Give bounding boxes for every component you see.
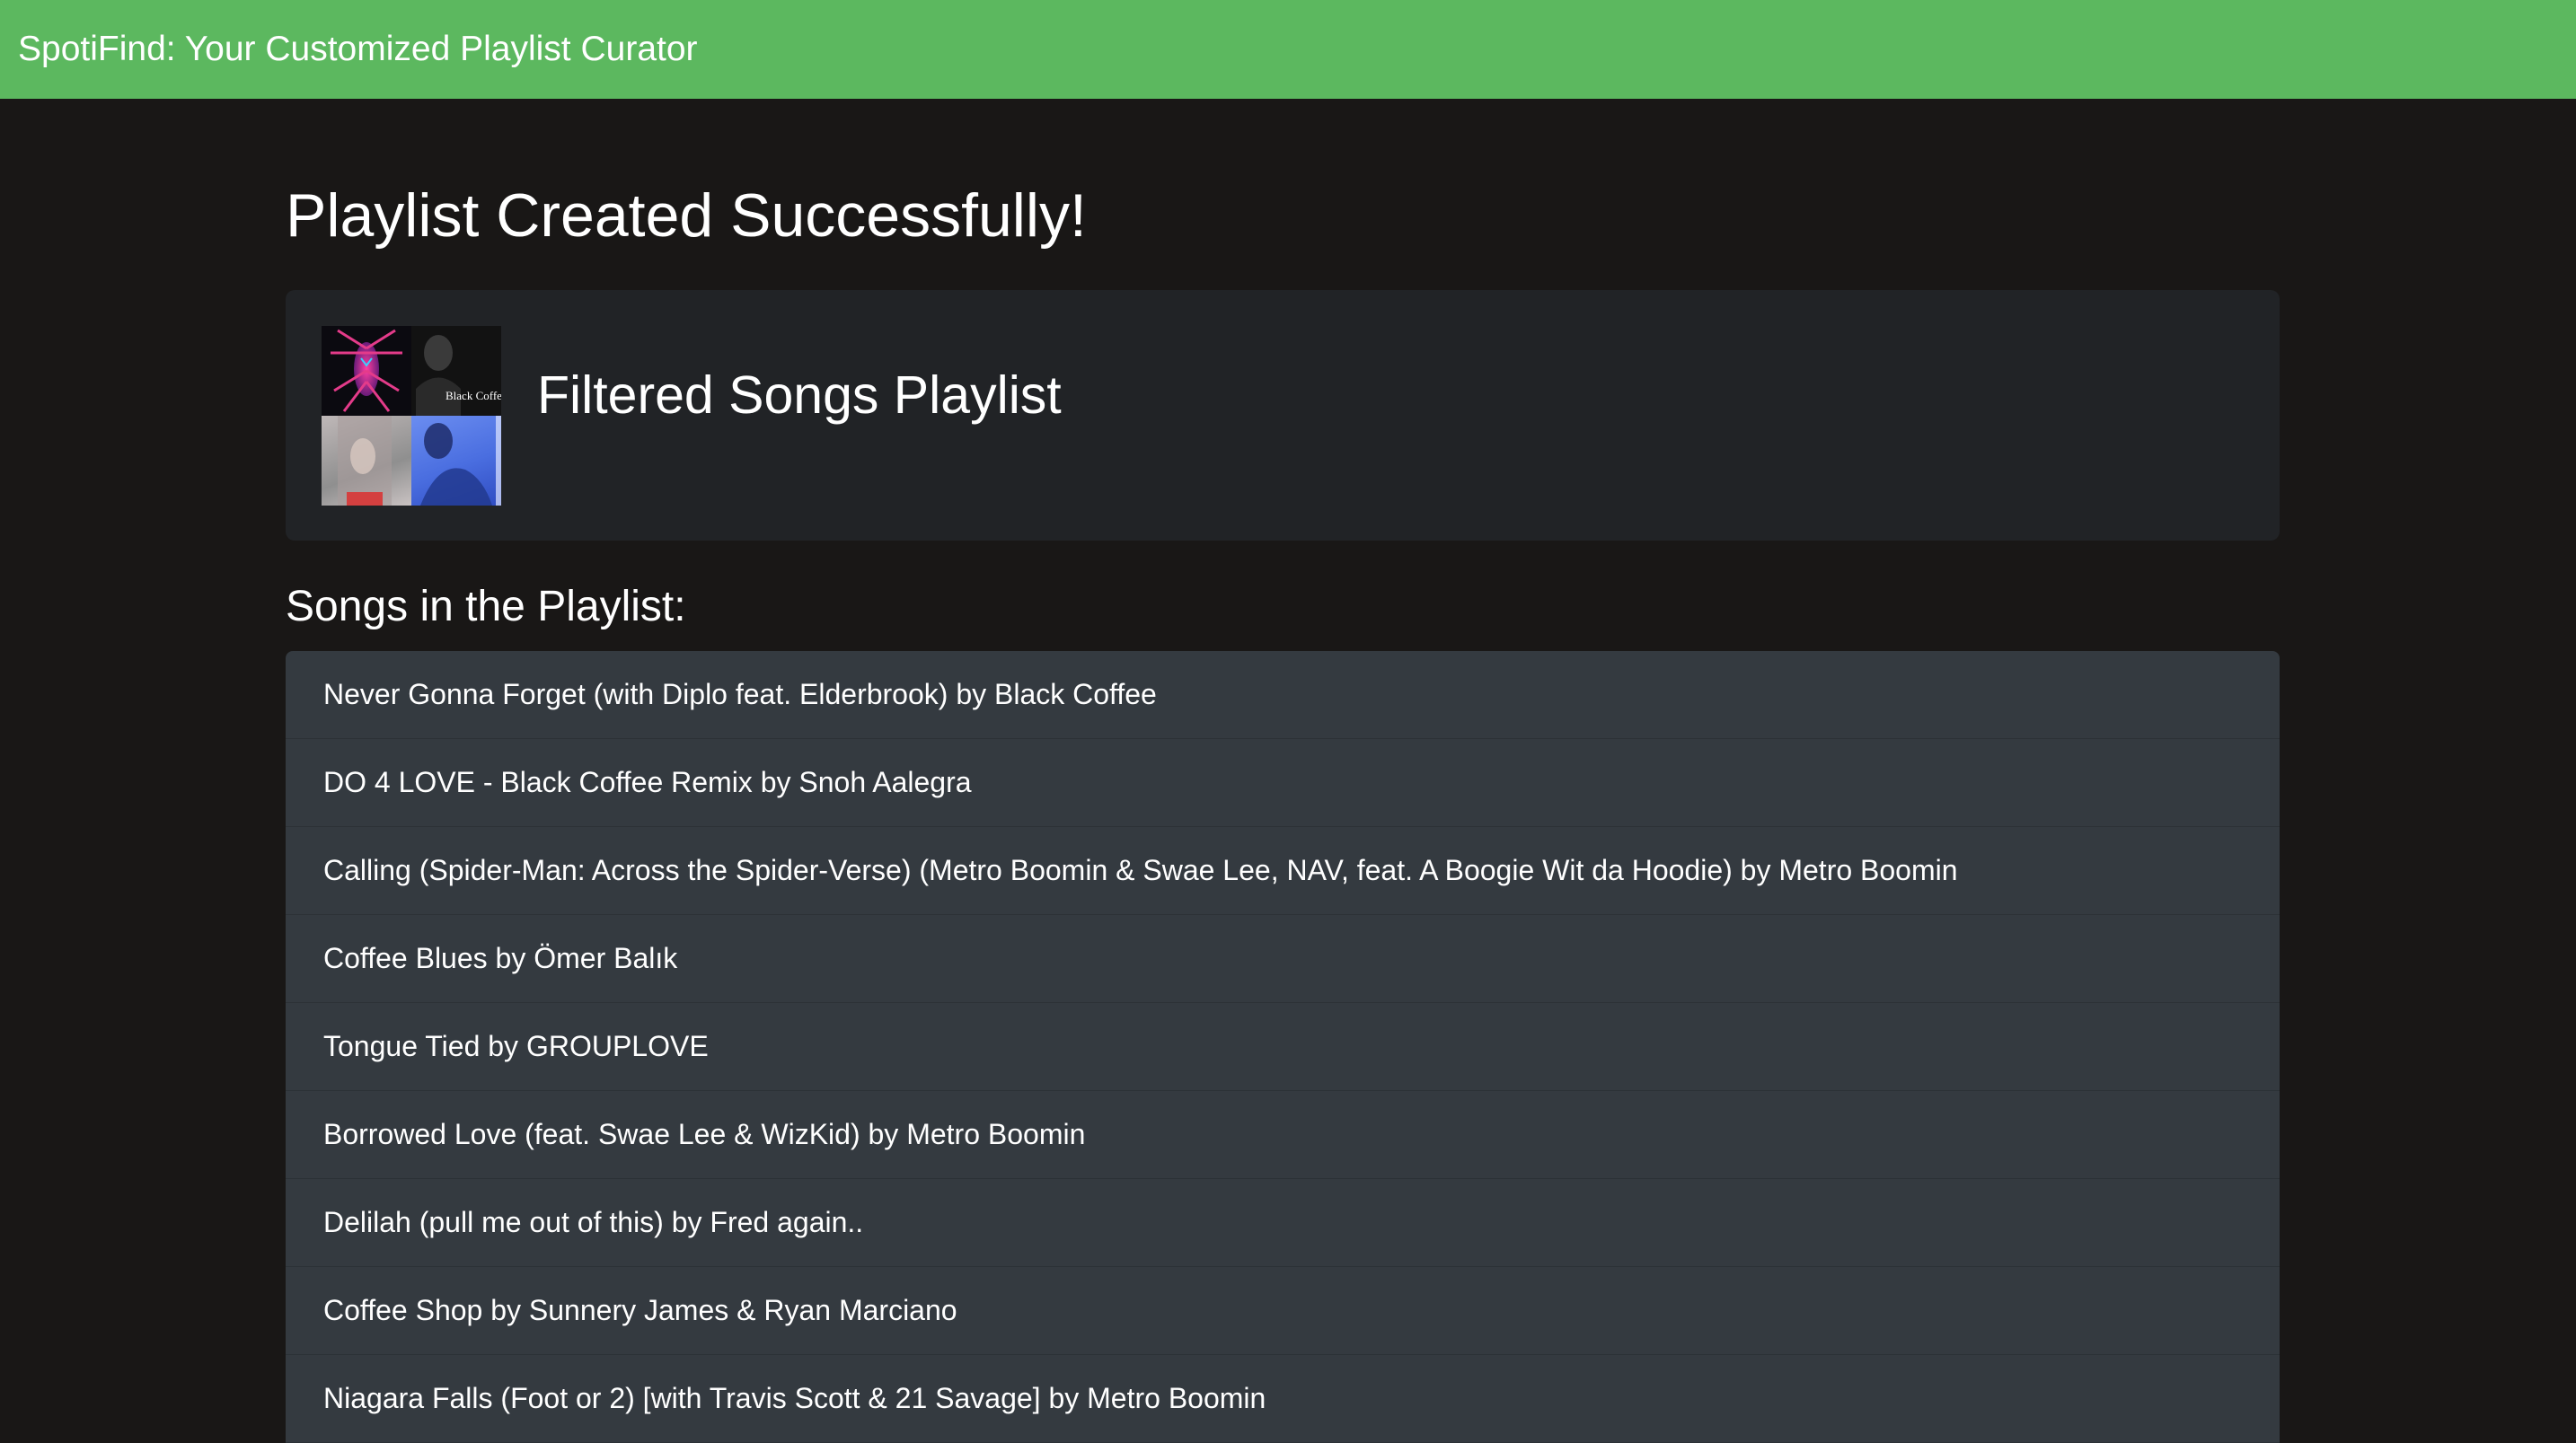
brand-link[interactable]: SpotiFind: Your Customized Playlist Cura… [18,30,698,69]
song-list-item[interactable]: Coffee Blues by Ömer Balık [286,915,2280,1003]
page-title: Playlist Created Successfully! [286,181,1087,250]
song-list-item[interactable]: Niagara Falls (Foot or 2) [with Travis S… [286,1355,2280,1443]
cover-tile-black-coffee: Black Coffee [411,326,501,416]
playlist-cover-image: Black Coffee [322,326,501,506]
song-list-item[interactable]: Delilah (pull me out of this) by Fred ag… [286,1179,2280,1267]
playlist-name: Filtered Songs Playlist [537,365,1062,425]
song-list-item[interactable]: Calling (Spider-Man: Across the Spider-V… [286,827,2280,915]
song-list-item[interactable]: Never Gonna Forget (with Diplo feat. Eld… [286,651,2280,739]
song-list: Never Gonna Forget (with Diplo feat. Eld… [286,651,2280,1443]
song-list-item[interactable]: Coffee Shop by Sunnery James & Ryan Marc… [286,1267,2280,1355]
songs-heading: Songs in the Playlist: [286,583,686,630]
song-list-item[interactable]: Borrowed Love (feat. Swae Lee & WizKid) … [286,1091,2280,1179]
navbar: SpotiFind: Your Customized Playlist Cura… [0,0,2576,99]
cover-tile-spider-verse [322,326,411,416]
cover-tile-portrait [411,416,501,506]
song-list-item[interactable]: DO 4 LOVE - Black Coffee Remix by Snoh A… [286,739,2280,827]
song-list-item[interactable]: Tongue Tied by GROUPLOVE [286,1003,2280,1091]
cover-tile-text: Black Coffee [446,389,501,402]
playlist-card[interactable]: Black Coffee Filtered Songs Playlist [286,290,2280,541]
cover-tile-coffee-blues [322,416,411,506]
